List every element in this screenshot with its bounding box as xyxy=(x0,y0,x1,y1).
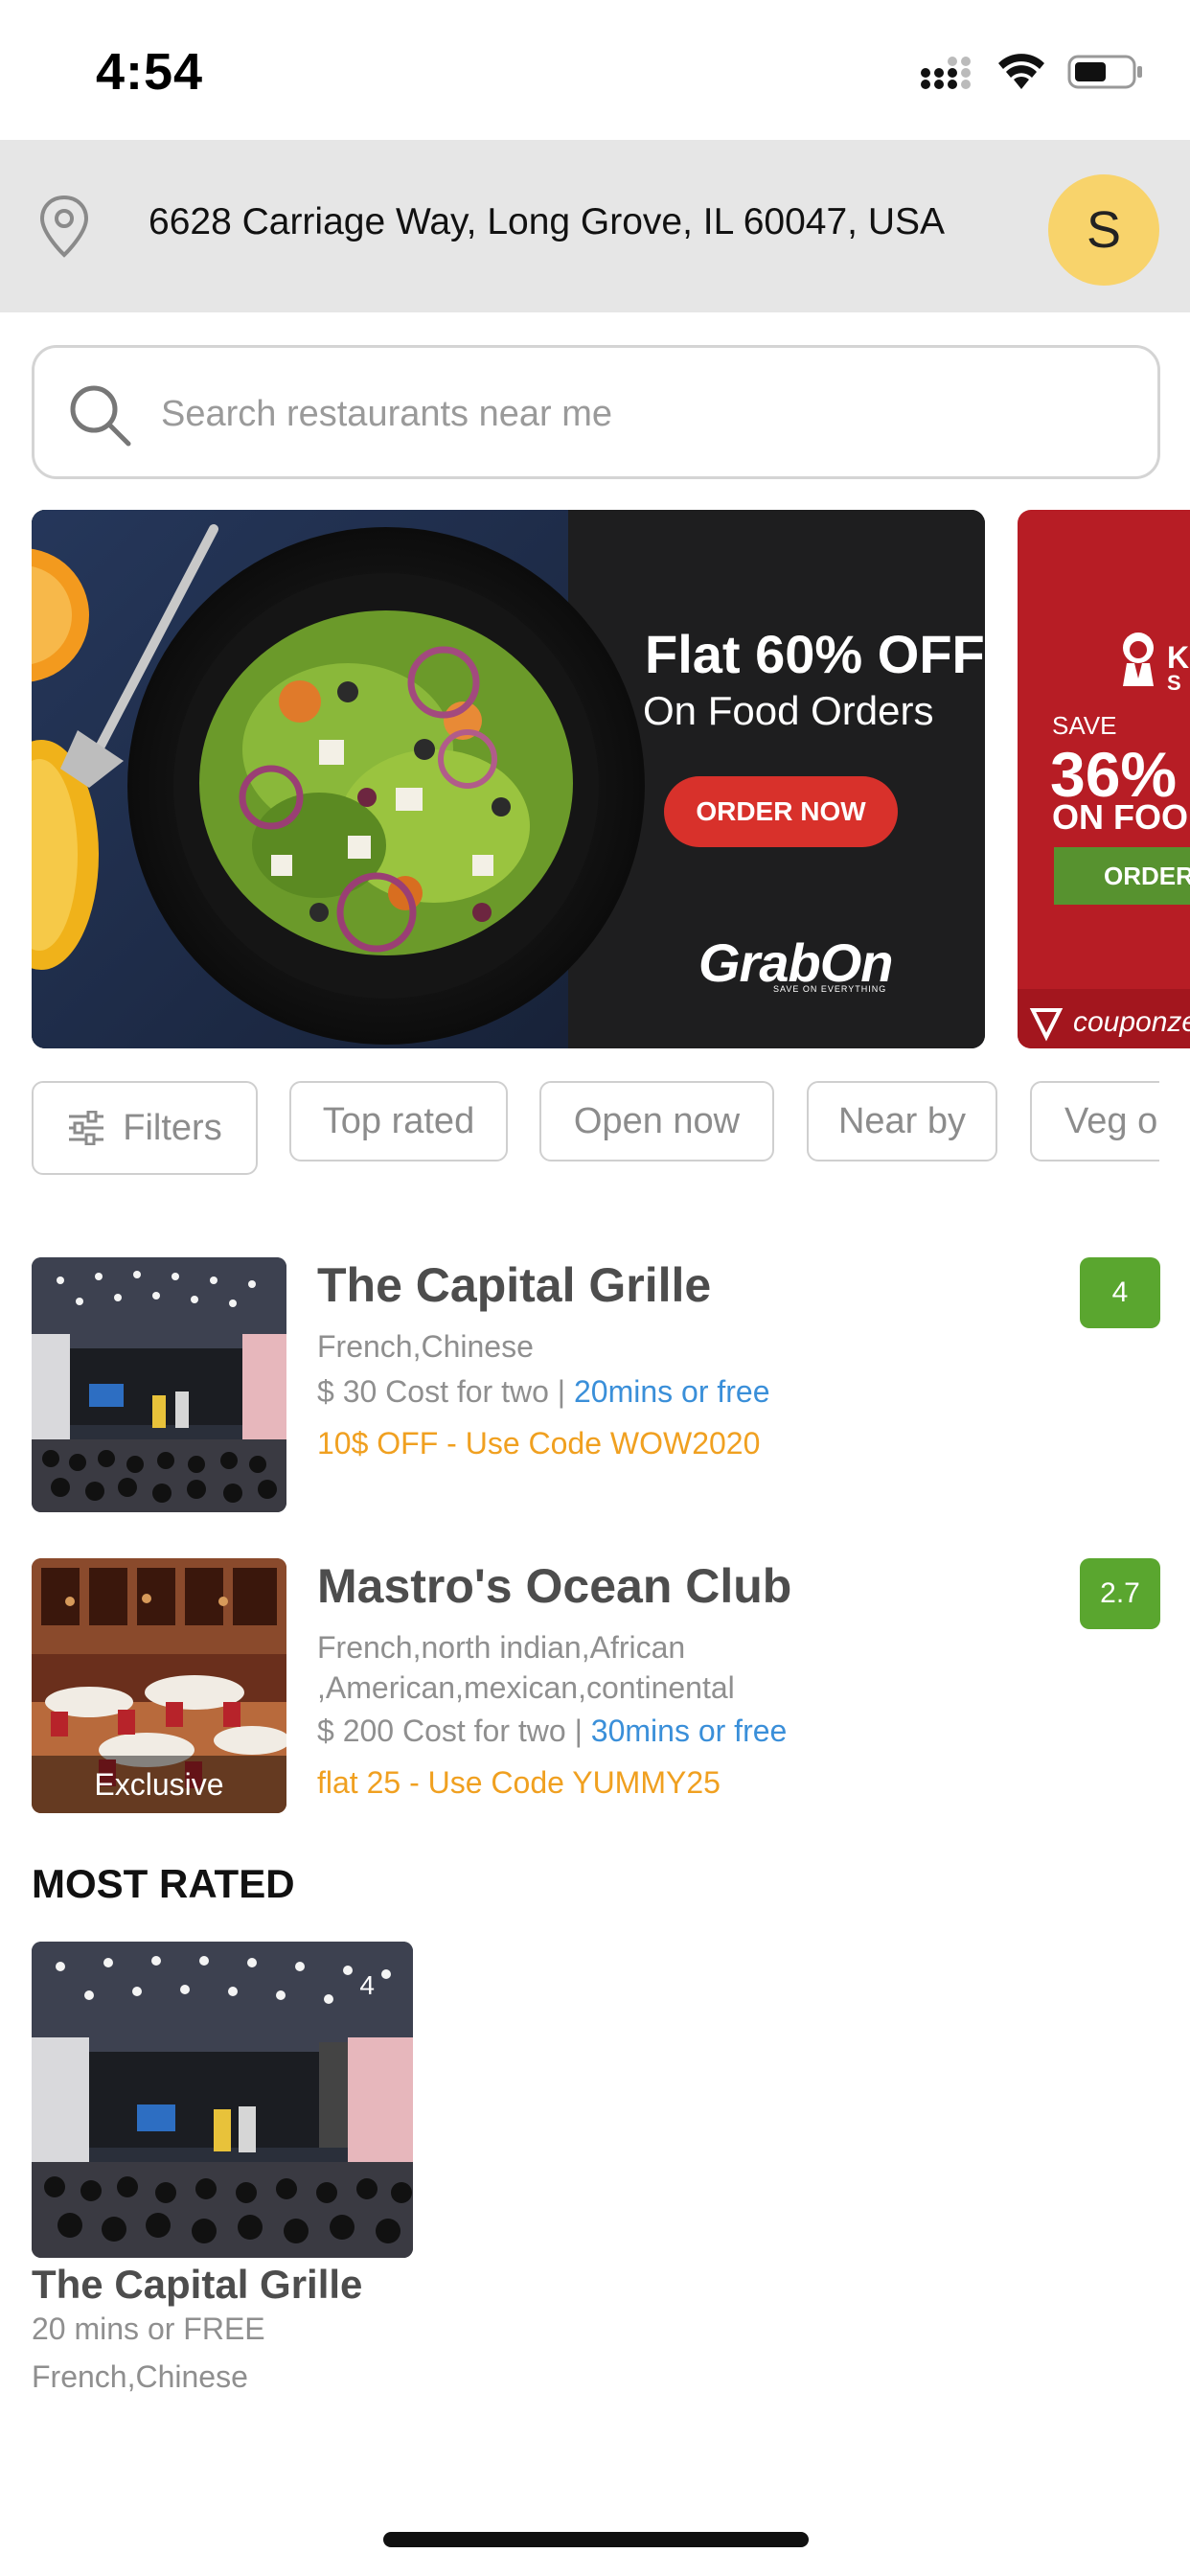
rating-badge: 2.7 xyxy=(1080,1558,1160,1629)
card-restaurant-name[interactable]: The Capital Grille xyxy=(32,2262,362,2308)
most-rated-card-image: 4 xyxy=(32,1942,413,2258)
filter-chip-top-rated[interactable]: Top rated xyxy=(289,1081,508,1162)
home-indicator[interactable] xyxy=(383,2532,809,2547)
delivery-eta: 30mins or free xyxy=(590,1714,788,1748)
most-rated-card[interactable]: 4 The Capital Grille 20 mins or FREE Fre… xyxy=(32,1942,413,2402)
restaurant-name[interactable]: The Capital Grille xyxy=(317,1257,711,1313)
exclusive-badge: Exclusive xyxy=(32,1756,286,1813)
event-hall-image xyxy=(32,1942,413,2258)
cost-for-two: $ 30 Cost for two | xyxy=(317,1374,574,1409)
restaurant-thumbnail: Exclusive xyxy=(32,1558,286,1813)
filter-chip-veg-only[interactable]: Veg or xyxy=(1030,1081,1159,1162)
delivery-eta: 20mins or free xyxy=(573,1374,770,1409)
status-icons xyxy=(920,50,1144,94)
status-bar: 4:54 xyxy=(0,0,1190,140)
delivery-address[interactable]: 6628 Carriage Way, Long Grove, IL 60047,… xyxy=(149,201,945,243)
promo-banner-grabon[interactable]: Flat 60% OFF On Food Orders ORDER NOW Gr… xyxy=(32,510,985,1048)
restaurant-cuisine: French,north indian,African ,American,me… xyxy=(317,1630,735,1705)
restaurant-list-item[interactable]: The Capital Grille French,Chinese $ 30 C… xyxy=(32,1257,1160,1512)
kfc-brand-second: S xyxy=(1167,671,1181,695)
promo-carousel[interactable]: Flat 60% OFF On Food Orders ORDER NOW Gr… xyxy=(0,510,1190,1048)
kfc-colonel-icon xyxy=(1123,632,1154,686)
restaurant-list-item[interactable]: Exclusive Mastro's Ocean Club French,nor… xyxy=(32,1558,1160,1813)
event-hall-image xyxy=(32,1257,286,1512)
rating-badge: 4 xyxy=(1080,1257,1160,1328)
banner2-footer-brand: couponze xyxy=(1073,1006,1190,1038)
restaurant-cost: $ 200 Cost for two | 30mins or free xyxy=(317,1714,787,1749)
filters-label: Filters xyxy=(123,1107,222,1148)
most-rated-heading: MOST RATED xyxy=(32,1861,295,1906)
restaurant-thumbnail xyxy=(32,1257,286,1512)
cost-for-two: $ 200 Cost for two | xyxy=(317,1714,591,1748)
cellular-signal-icon xyxy=(921,57,971,89)
card-delivery-eta: 20 mins or FREE xyxy=(32,2312,265,2346)
card-cuisine: French,Chinese xyxy=(32,2359,248,2394)
search-bar[interactable] xyxy=(32,345,1160,479)
order-now-button[interactable]: ORDER NOW xyxy=(664,776,898,847)
battery-icon xyxy=(1067,55,1142,89)
status-time: 4:54 xyxy=(96,43,204,101)
restaurant-offer: 10$ OFF - Use Code WOW2020 xyxy=(317,1426,761,1460)
restaurant-offer: flat 25 - Use Code YUMMY25 xyxy=(317,1765,721,1800)
filter-chip-open-now[interactable]: Open now xyxy=(539,1081,774,1162)
banner-headline: Flat 60% OFF xyxy=(645,624,985,684)
filter-chip-row[interactable]: Filters Top rated Open now Near by Veg o… xyxy=(0,1079,1159,1175)
banner-subheadline: On Food Orders xyxy=(643,688,934,733)
banner2-eyebrow: SAVE xyxy=(1052,711,1117,740)
restaurant-name[interactable]: Mastro's Ocean Club xyxy=(317,1558,791,1614)
restaurant-cost: $ 30 Cost for two | 20mins or free xyxy=(317,1374,770,1410)
location-bar[interactable]: 6628 Carriage Way, Long Grove, IL 60047,… xyxy=(0,140,1190,312)
filter-chip-near-by[interactable]: Near by xyxy=(807,1081,997,1162)
promo-banner-kfc[interactable]: K S SAVE 36% C ON FOOD ORDER couponze xyxy=(1018,510,1190,1048)
search-input[interactable] xyxy=(161,380,1119,448)
sliders-icon xyxy=(69,1111,104,1145)
profile-avatar[interactable]: S xyxy=(1048,174,1159,286)
card-rating: 4 xyxy=(359,1970,375,2000)
wifi-icon xyxy=(998,54,1044,89)
search-icon xyxy=(70,385,131,447)
banner2-order-button[interactable]: ORDER xyxy=(1054,847,1190,905)
restaurant-cuisine: French,Chinese xyxy=(317,1329,534,1364)
grabon-tagline: SAVE ON EVERYTHING xyxy=(773,984,887,994)
banner2-on-text: ON FOOD xyxy=(1052,797,1190,837)
filters-button[interactable]: Filters xyxy=(32,1081,258,1175)
location-pin-icon xyxy=(39,195,89,258)
